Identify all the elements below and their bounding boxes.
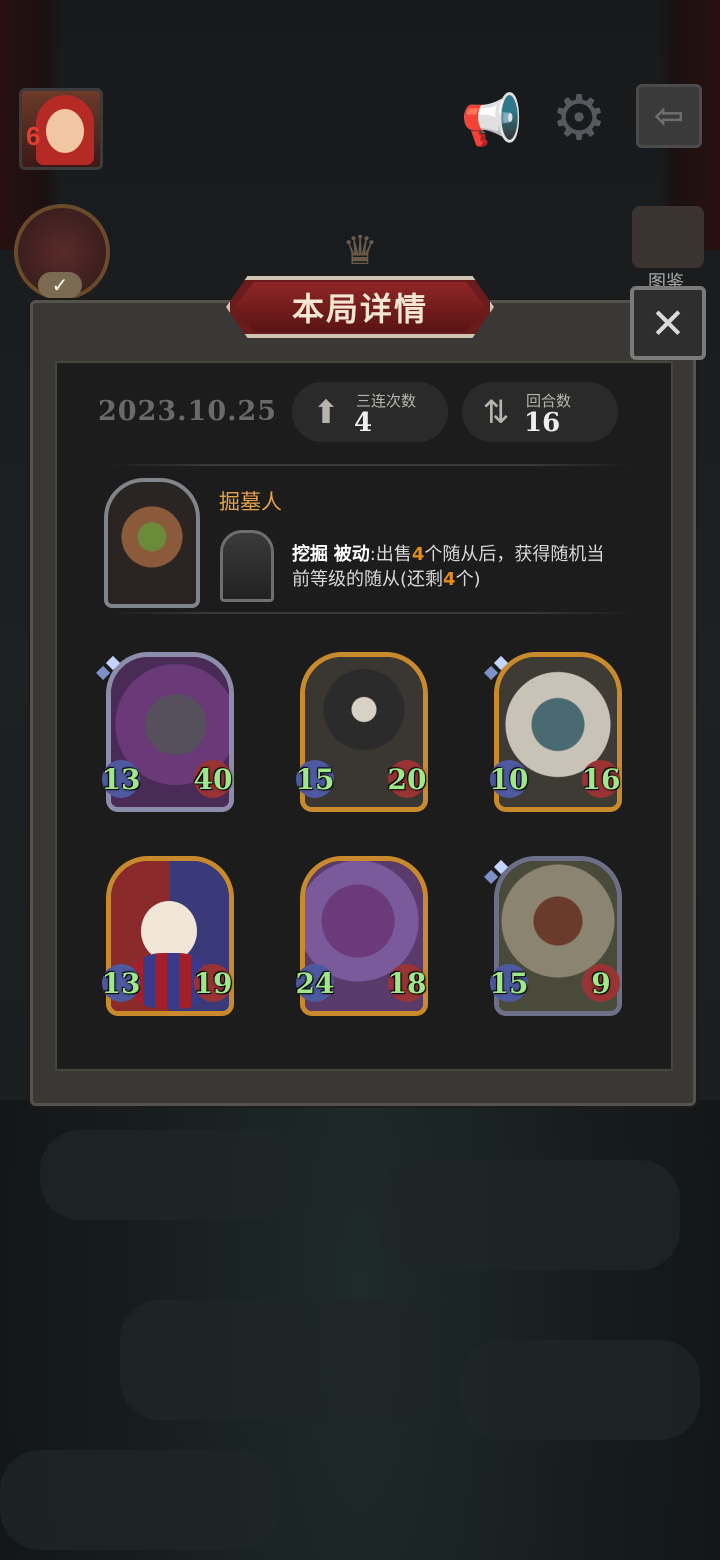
hero-skill-desc-line2: 前等级的随从(还剩4个) — [292, 569, 481, 590]
card-attack: 15 — [490, 964, 528, 1002]
rounds-icon: ⇅ — [482, 393, 510, 431]
check-icon: ✓ — [38, 272, 82, 298]
avatar-face — [46, 109, 84, 153]
floor-stone — [40, 1130, 300, 1220]
hero-skill-icon[interactable] — [220, 530, 274, 602]
card-health: 9 — [582, 964, 620, 1002]
avatar-level: 6 — [26, 121, 41, 151]
minion-card[interactable]: 10 16 — [490, 652, 622, 812]
exit-icon[interactable]: ⇦ — [636, 84, 702, 148]
card-attack: 24 — [296, 964, 334, 1002]
rounds-value: 16 — [524, 408, 561, 438]
minion-card[interactable]: 13 19 — [102, 856, 234, 1016]
player-avatar[interactable]: 6 — [19, 88, 103, 170]
book-icon[interactable] — [632, 206, 704, 268]
crown-badge-button[interactable]: ✓ — [14, 204, 110, 300]
hero-skill-desc-line1: 挖掘 被动:出售4个随从后，获得随机当 — [292, 544, 605, 565]
gear-icon[interactable]: ⚙ — [546, 81, 612, 154]
close-button[interactable]: ✕ — [630, 286, 706, 360]
floor-stone — [460, 1340, 700, 1440]
skill-type: 被动 — [333, 544, 370, 565]
round-count-stat: ⇅ 回合数 16 — [462, 382, 618, 442]
card-health: 16 — [582, 760, 620, 798]
card-attack: 13 — [102, 964, 140, 1002]
crown-ornament-icon: ♛ — [342, 228, 378, 274]
card-health: 20 — [388, 760, 426, 798]
card-attack: 15 — [296, 760, 334, 798]
dialog-title: 本局详情 — [291, 290, 428, 328]
hero-portrait[interactable] — [104, 478, 200, 608]
minion-card[interactable]: 13 40 — [102, 652, 234, 812]
megaphone-icon[interactable]: 📢 — [456, 90, 528, 150]
divider — [108, 612, 632, 614]
triple-value: 4 — [354, 408, 373, 438]
card-health: 40 — [194, 760, 232, 798]
close-icon: ✕ — [650, 298, 686, 348]
card-attack: 10 — [490, 760, 528, 798]
card-health: 19 — [194, 964, 232, 1002]
card-health: 18 — [388, 964, 426, 1002]
dialog-title-banner: 本局详情 — [226, 276, 494, 338]
floor-stone — [380, 1160, 680, 1270]
minion-card[interactable]: 15 9 — [490, 856, 622, 1016]
skill-name: 挖掘 — [292, 544, 328, 565]
minion-card[interactable]: 24 18 — [296, 856, 428, 1016]
floor-stone — [120, 1300, 440, 1420]
card-attack: 13 — [102, 760, 140, 798]
hero-name: 掘墓人 — [219, 490, 282, 514]
floor-stone — [0, 1450, 280, 1550]
triple-count-stat: ⬆ 三连次数 4 — [292, 382, 448, 442]
game-date: 2023.10.25 — [98, 396, 278, 427]
minion-card[interactable]: 15 20 — [296, 652, 428, 812]
triple-icon: ⬆ — [312, 393, 340, 431]
divider — [108, 464, 632, 466]
